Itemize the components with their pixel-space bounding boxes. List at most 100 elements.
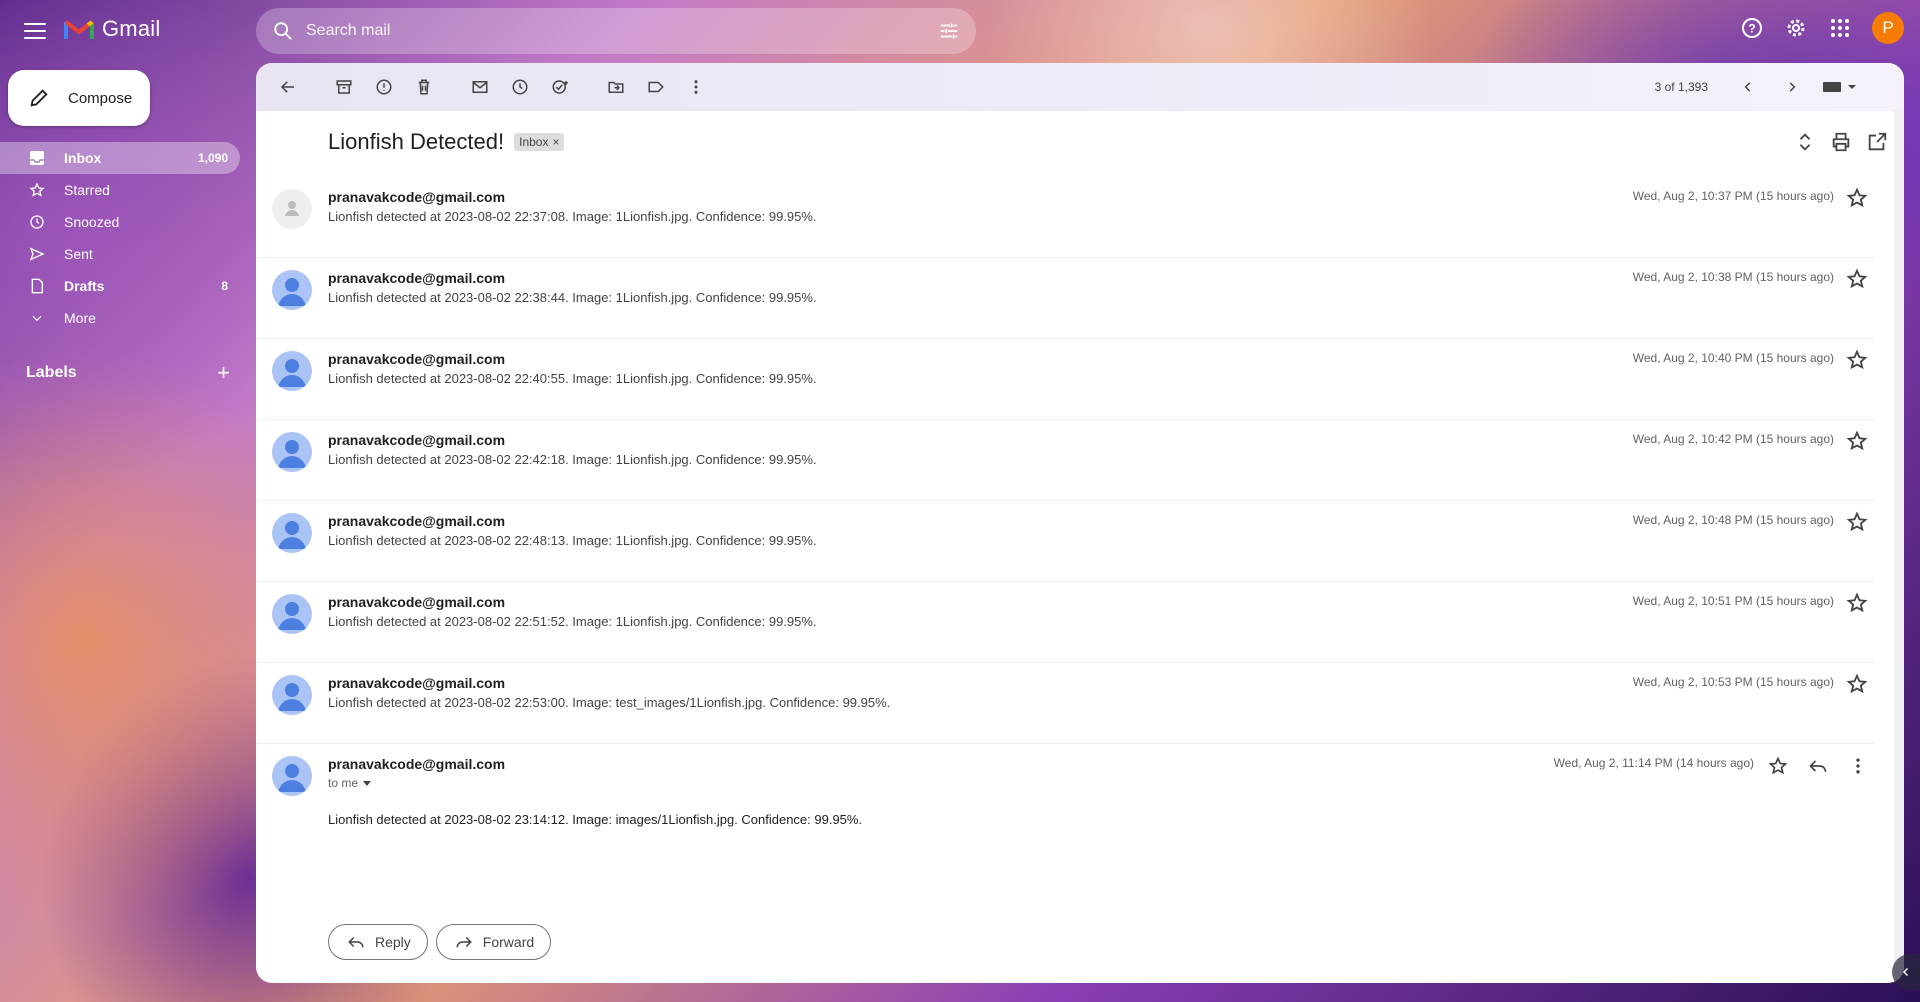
label-tag-icon[interactable] bbox=[636, 67, 676, 107]
open-new-window-icon[interactable] bbox=[1866, 131, 1888, 153]
expand-all-icon[interactable] bbox=[1794, 131, 1816, 153]
collapsed-message[interactable]: pranavakcode@gmail.com Lionfish detected… bbox=[256, 663, 1874, 744]
sender-avatar-icon bbox=[272, 756, 312, 796]
collapsed-message[interactable]: pranavakcode@gmail.com Lionfish detected… bbox=[256, 420, 1874, 501]
recipient-details[interactable]: to me bbox=[328, 776, 372, 790]
more-options-icon[interactable] bbox=[676, 67, 716, 107]
message-date: Wed, Aug 2, 10:38 PM (15 hours ago) bbox=[1632, 270, 1834, 284]
message-snippet: Lionfish detected at 2023-08-02 22:42:18… bbox=[328, 452, 817, 467]
star-icon[interactable] bbox=[1846, 673, 1868, 695]
reply-label: Reply bbox=[375, 934, 411, 950]
chevron-left-icon[interactable] bbox=[1728, 67, 1768, 107]
snooze-clock-icon[interactable] bbox=[500, 67, 540, 107]
sender-avatar-icon bbox=[272, 432, 312, 472]
unread-count: 8 bbox=[221, 279, 228, 293]
help-icon[interactable]: ? bbox=[1736, 12, 1768, 44]
search-input[interactable] bbox=[306, 22, 938, 40]
message-snippet: Lionfish detected at 2023-08-02 22:53:00… bbox=[328, 695, 891, 710]
thread-subject: Lionfish Detected! bbox=[328, 129, 505, 154]
search-bar bbox=[256, 8, 976, 54]
settings-gear-icon[interactable] bbox=[1780, 12, 1812, 44]
main-menu-button[interactable] bbox=[22, 18, 48, 44]
message-date: Wed, Aug 2, 10:48 PM (15 hours ago) bbox=[1632, 513, 1834, 527]
clock-icon bbox=[28, 213, 46, 231]
subject-row: Lionfish Detected! Inbox × bbox=[328, 129, 565, 155]
sidebar-item-sent[interactable]: Sent bbox=[0, 238, 240, 270]
message-date: Wed, Aug 2, 10:42 PM (15 hours ago) bbox=[1632, 432, 1834, 446]
collapsed-message[interactable]: pranavakcode@gmail.com Lionfish detected… bbox=[256, 501, 1874, 582]
message-actions bbox=[1766, 754, 1870, 778]
unread-count: 1,090 bbox=[197, 151, 228, 165]
remove-label-icon[interactable]: × bbox=[552, 135, 559, 149]
account-avatar[interactable]: P bbox=[1872, 12, 1904, 44]
sidebar-item-starred[interactable]: Starred bbox=[0, 174, 240, 206]
recipient-text: to me bbox=[328, 776, 359, 790]
sidebar-item-more[interactable]: More bbox=[0, 302, 240, 334]
sidebar-item-label: Snoozed bbox=[64, 214, 120, 230]
apps-grid-icon[interactable] bbox=[1824, 12, 1856, 44]
collapsed-message[interactable]: pranavakcode@gmail.com Lionfish detected… bbox=[256, 582, 1874, 663]
sender-email: pranavakcode@gmail.com bbox=[328, 675, 506, 691]
reply-icon[interactable] bbox=[1806, 754, 1830, 778]
sidebar-item-drafts[interactable]: Drafts 8 bbox=[0, 270, 240, 302]
star-icon[interactable] bbox=[1766, 754, 1790, 778]
print-icon[interactable] bbox=[1830, 131, 1852, 153]
sidebar-nav: Inbox 1,090 Starred Snoozed Sent Drafts … bbox=[0, 142, 240, 334]
star-icon[interactable] bbox=[1846, 511, 1868, 533]
star-icon[interactable] bbox=[1846, 592, 1868, 614]
sender-email: pranavakcode@gmail.com bbox=[328, 513, 506, 529]
collapsed-message[interactable]: pranavakcode@gmail.com Lionfish detected… bbox=[256, 339, 1874, 420]
collapsed-message[interactable]: pranavakcode@gmail.com Lionfish detected… bbox=[256, 258, 1874, 339]
search-options-icon[interactable] bbox=[938, 20, 960, 42]
input-tools-keyboard-icon[interactable] bbox=[1816, 67, 1864, 107]
reply-forward-buttons: Reply Forward bbox=[328, 924, 552, 960]
reply-button[interactable]: Reply bbox=[328, 924, 428, 960]
sidebar-item-label: Sent bbox=[64, 246, 93, 262]
chevron-left-icon bbox=[1902, 967, 1909, 977]
sidebar-item-snoozed[interactable]: Snoozed bbox=[0, 206, 240, 238]
scrollbar[interactable] bbox=[1894, 111, 1904, 983]
archive-icon[interactable] bbox=[324, 67, 364, 107]
mark-unread-icon[interactable] bbox=[460, 67, 500, 107]
reply-icon bbox=[348, 936, 364, 948]
move-to-folder-icon[interactable] bbox=[596, 67, 636, 107]
forward-icon bbox=[456, 936, 472, 948]
star-icon[interactable] bbox=[1846, 430, 1868, 452]
chip-label: Inbox bbox=[519, 135, 549, 149]
back-arrow-icon[interactable] bbox=[268, 67, 308, 107]
report-spam-icon[interactable] bbox=[364, 67, 404, 107]
sender-email: pranavakcode@gmail.com bbox=[328, 594, 506, 610]
add-to-tasks-icon[interactable] bbox=[540, 67, 580, 107]
star-icon[interactable] bbox=[1846, 268, 1868, 290]
sidebar-item-inbox[interactable]: Inbox 1,090 bbox=[0, 142, 240, 174]
compose-button[interactable]: Compose bbox=[8, 70, 150, 126]
search-icon[interactable] bbox=[272, 20, 294, 42]
forward-label: Forward bbox=[482, 934, 535, 950]
account-area: ? P bbox=[1736, 12, 1904, 44]
sender-email: pranavakcode@gmail.com bbox=[328, 351, 506, 367]
sender-avatar-icon bbox=[272, 594, 312, 634]
compose-label: Compose bbox=[68, 89, 133, 107]
message-date: Wed, Aug 2, 11:14 PM (14 hours ago) bbox=[1553, 756, 1754, 770]
star-icon[interactable] bbox=[1846, 349, 1868, 371]
star-icon bbox=[28, 181, 46, 199]
add-label-icon[interactable]: + bbox=[217, 360, 230, 386]
svg-text:?: ? bbox=[1748, 22, 1755, 36]
more-options-icon[interactable] bbox=[1846, 754, 1870, 778]
trash-icon[interactable] bbox=[404, 67, 444, 107]
message-snippet: Lionfish detected at 2023-08-02 22:51:52… bbox=[328, 614, 817, 629]
forward-button[interactable]: Forward bbox=[435, 924, 552, 960]
collapsed-message[interactable]: pranavakcode@gmail.com Lionfish detected… bbox=[256, 177, 1874, 258]
message-date: Wed, Aug 2, 10:40 PM (15 hours ago) bbox=[1632, 351, 1834, 365]
star-icon[interactable] bbox=[1846, 187, 1868, 209]
gmail-logo[interactable]: Gmail bbox=[64, 16, 160, 42]
sender-avatar-icon bbox=[272, 513, 312, 553]
sender-avatar-icon bbox=[272, 270, 312, 310]
sender-email: pranavakcode@gmail.com bbox=[328, 270, 506, 286]
side-panel-toggle[interactable] bbox=[1892, 954, 1920, 990]
labels-title: Labels bbox=[26, 364, 77, 381]
chevron-right-icon[interactable] bbox=[1772, 67, 1812, 107]
conversation-panel: 3 of 1,393 Lionfish Detected! Inbox × pr… bbox=[256, 63, 1904, 983]
message-snippet: Lionfish detected at 2023-08-02 22:48:13… bbox=[328, 533, 817, 548]
sender-avatar-icon bbox=[272, 675, 312, 715]
